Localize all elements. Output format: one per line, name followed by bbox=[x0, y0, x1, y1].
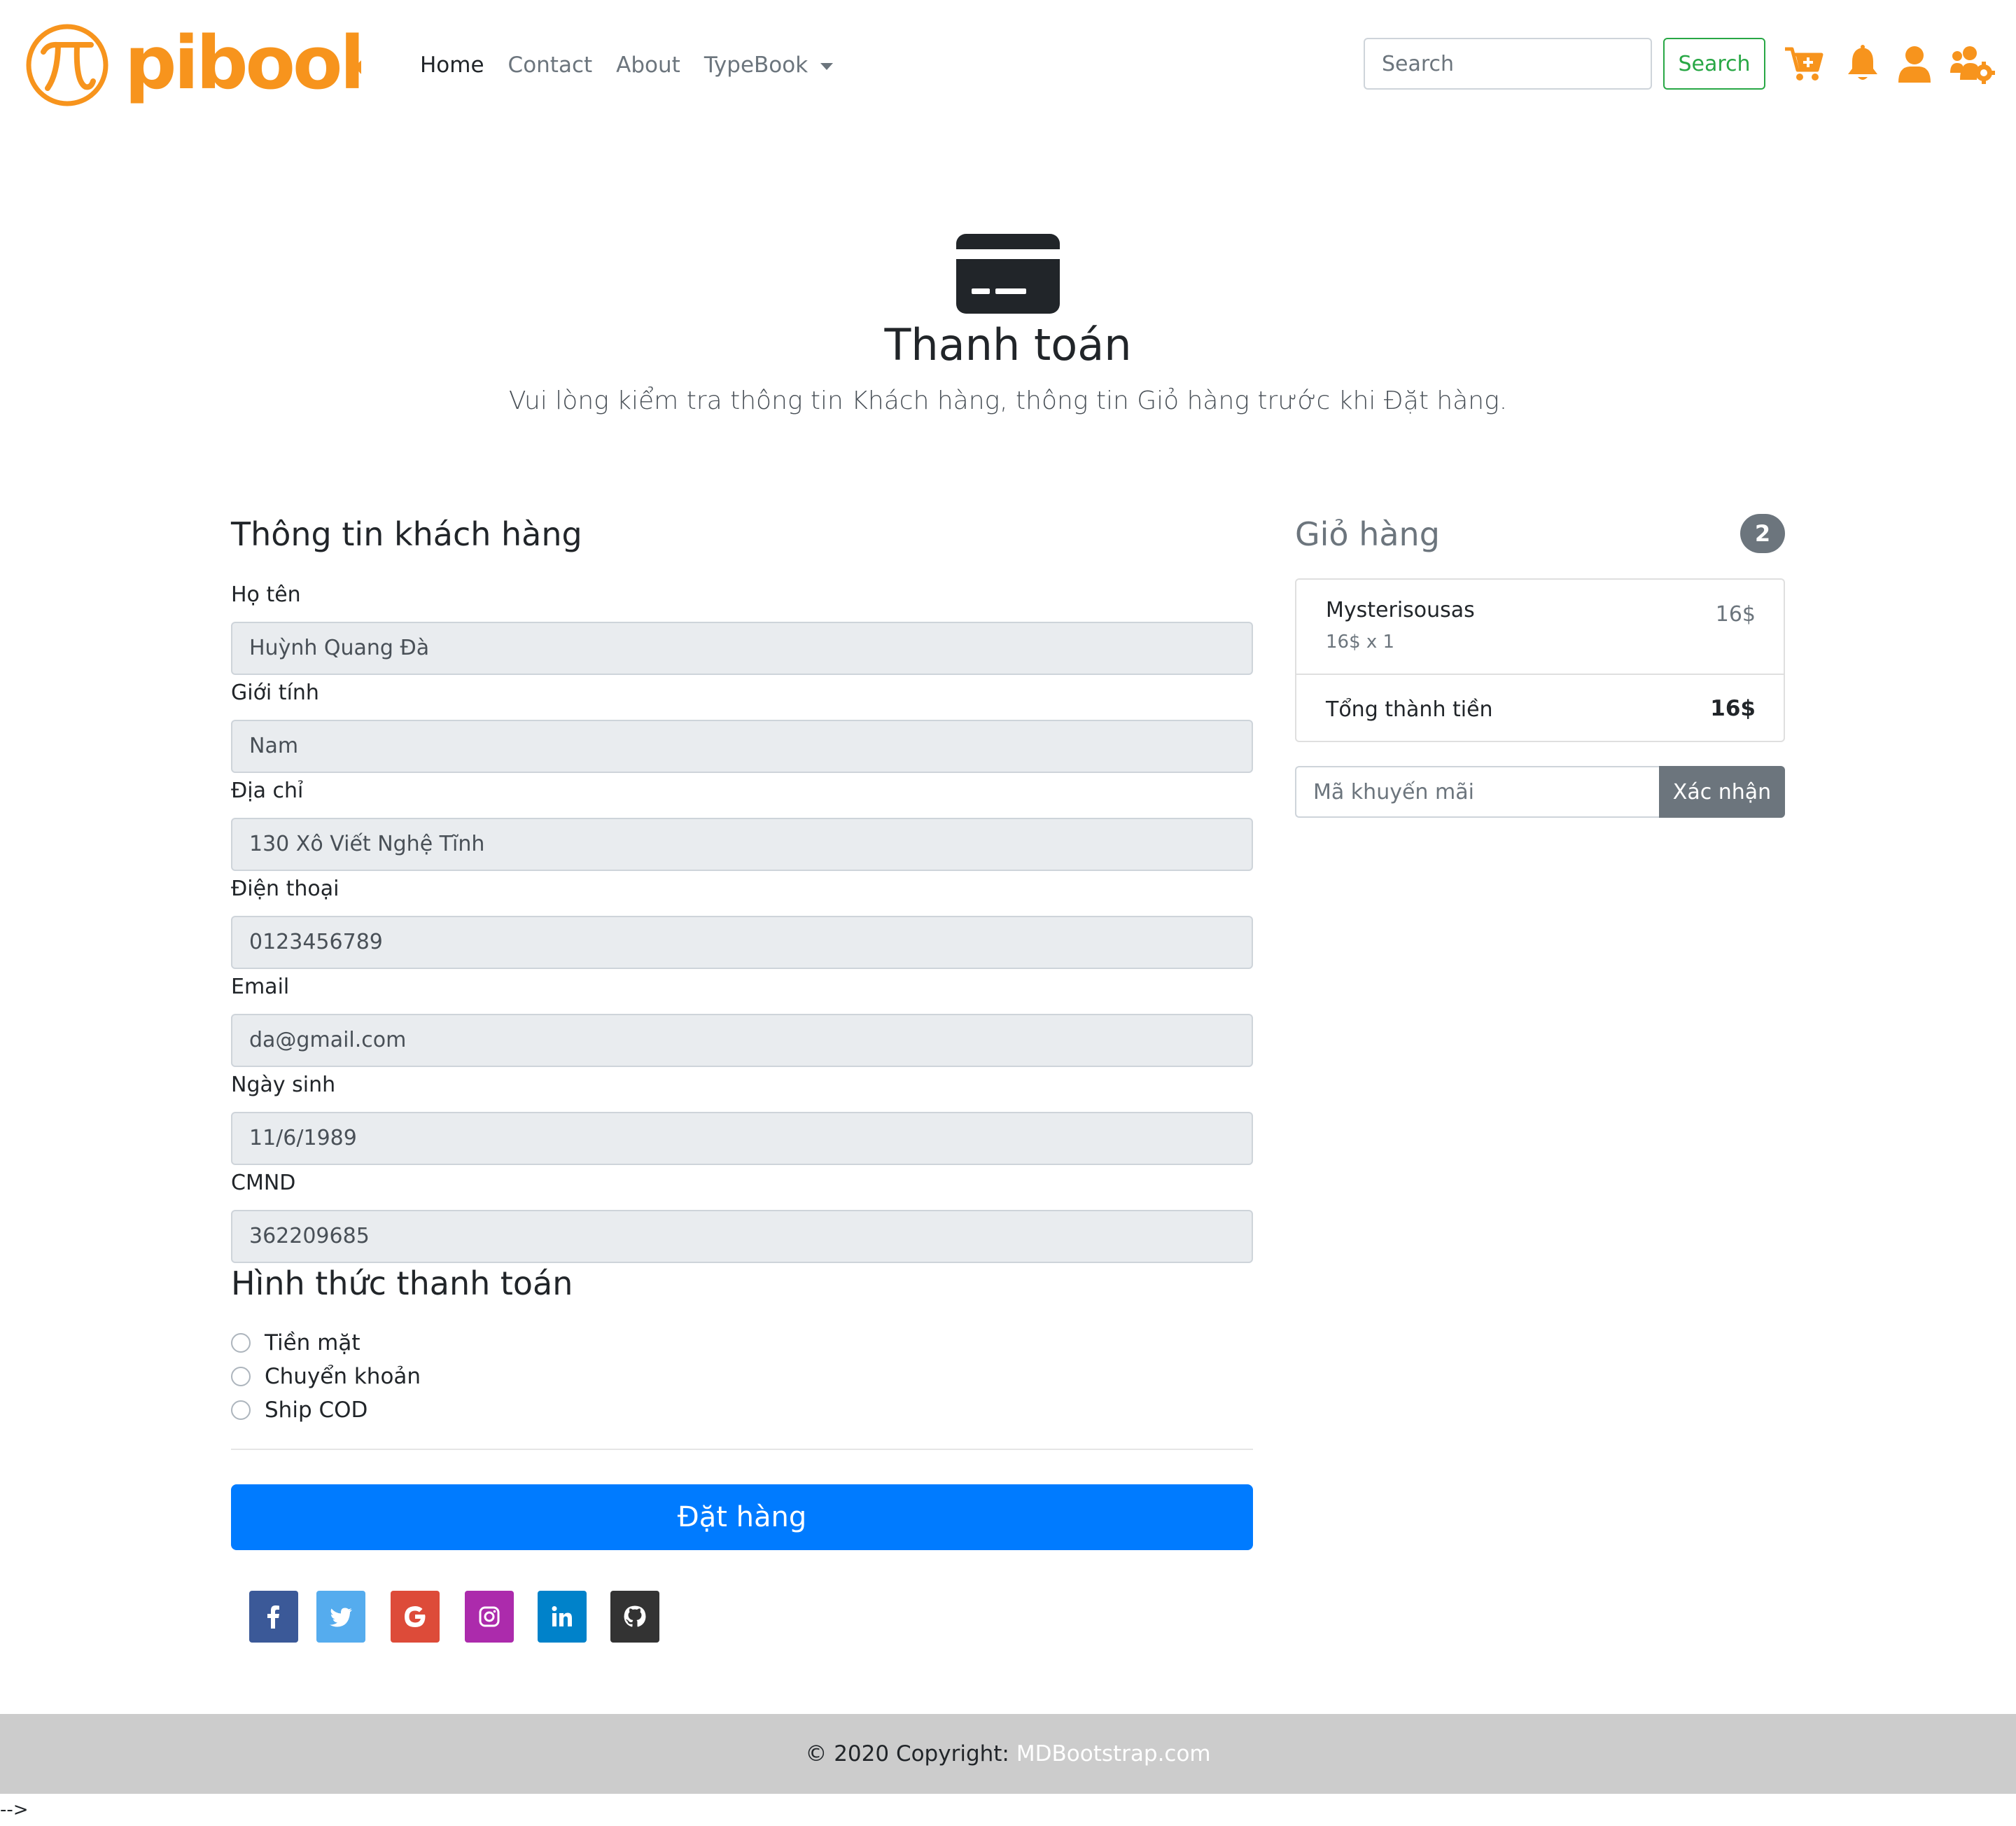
credit-card-icon bbox=[956, 234, 1060, 314]
birthday-field[interactable]: 11/6/1989 bbox=[231, 1112, 1253, 1165]
brand-name: pibook bbox=[125, 21, 361, 106]
address-label: Địa chỉ bbox=[231, 779, 304, 803]
phone-label: Điện thoại bbox=[231, 877, 340, 901]
radio-button[interactable] bbox=[231, 1333, 251, 1353]
phone-field[interactable]: 0123456789 bbox=[231, 916, 1253, 969]
email-label: Email bbox=[231, 975, 290, 999]
footer-link[interactable]: MDBootstrap.com bbox=[1016, 1741, 1211, 1766]
cart-divider bbox=[1296, 674, 1784, 675]
pibook-logo[interactable]: pibook bbox=[25, 21, 361, 109]
nav-contact[interactable]: Contact bbox=[508, 53, 593, 78]
payment-option-label: Ship COD bbox=[265, 1398, 368, 1423]
nav-links: Home Contact About TypeBook bbox=[420, 42, 834, 88]
google-button[interactable] bbox=[391, 1591, 440, 1643]
linkedin-button[interactable] bbox=[538, 1591, 587, 1643]
birthday-label: Ngày sinh bbox=[231, 1073, 336, 1097]
caret-down-icon bbox=[820, 62, 834, 70]
fullname-label: Họ tên bbox=[231, 583, 301, 607]
cart-title: Giỏ hàng bbox=[1295, 515, 1440, 553]
cart-list: Mysterisousas 16$ x 1 16$ Tổng thành tiề… bbox=[1295, 578, 1785, 742]
google-icon bbox=[405, 1606, 426, 1627]
radio-button[interactable] bbox=[231, 1400, 251, 1420]
footer: © 2020 Copyright: MDBootstrap.com bbox=[0, 1714, 2016, 1794]
twitter-icon bbox=[330, 1608, 352, 1627]
user-icon[interactable] bbox=[1894, 43, 1935, 84]
place-order-button[interactable]: Đặt hàng bbox=[231, 1484, 1253, 1550]
navbar: pibook Home Contact About TypeBook Searc… bbox=[0, 0, 2016, 130]
promo-code-input[interactable] bbox=[1295, 766, 1659, 818]
search-input[interactable] bbox=[1364, 38, 1652, 90]
fullname-field[interactable]: Huỳnh Quang Đà bbox=[231, 622, 1253, 675]
github-button[interactable] bbox=[610, 1591, 659, 1643]
nav-about[interactable]: About bbox=[616, 53, 680, 78]
facebook-button[interactable] bbox=[249, 1591, 298, 1643]
nav-home[interactable]: Home bbox=[420, 53, 484, 78]
nav-typebook-label: TypeBook bbox=[704, 53, 808, 78]
stray-text: --> bbox=[0, 1799, 29, 1820]
email-field[interactable]: da@gmail.com bbox=[231, 1014, 1253, 1067]
instagram-icon bbox=[479, 1606, 500, 1627]
payment-option-label: Tiền mặt bbox=[265, 1330, 360, 1355]
cart-item-price: 16$ bbox=[1715, 602, 1756, 627]
search-button[interactable]: Search bbox=[1663, 38, 1765, 90]
users-cog-icon[interactable] bbox=[1949, 43, 1995, 84]
id-number-field[interactable]: 362209685 bbox=[231, 1210, 1253, 1263]
payment-method-title: Hình thức thanh toán bbox=[231, 1264, 573, 1302]
customer-info-title: Thông tin khách hàng bbox=[231, 515, 582, 553]
twitter-button[interactable] bbox=[316, 1591, 365, 1643]
gender-field[interactable]: Nam bbox=[231, 720, 1253, 773]
payment-option-transfer[interactable]: Chuyển khoản bbox=[231, 1364, 421, 1389]
radio-button[interactable] bbox=[231, 1367, 251, 1386]
cart-count-badge: 2 bbox=[1740, 514, 1785, 553]
id-number-label: CMND bbox=[231, 1171, 296, 1195]
payment-option-cod[interactable]: Ship COD bbox=[231, 1398, 368, 1423]
cart-total-value: 16$ bbox=[1710, 696, 1756, 721]
payment-option-cash[interactable]: Tiền mặt bbox=[231, 1330, 360, 1355]
cart-total-label: Tổng thành tiền bbox=[1326, 697, 1493, 722]
page-lead: Vui lòng kiểm tra thông tin Khách hàng, … bbox=[508, 386, 1508, 415]
divider bbox=[231, 1449, 1253, 1450]
nav-typebook-dropdown[interactable]: TypeBook bbox=[704, 53, 834, 78]
linkedin-icon bbox=[552, 1606, 572, 1626]
github-icon bbox=[624, 1605, 646, 1627]
facebook-icon bbox=[267, 1605, 279, 1629]
cart-item-name: Mysterisousas bbox=[1326, 598, 1475, 622]
address-field[interactable]: 130 Xô Viết Nghệ Tĩnh bbox=[231, 818, 1253, 871]
payment-option-label: Chuyển khoản bbox=[265, 1364, 421, 1389]
page-title: Thanh toán bbox=[884, 319, 1132, 370]
instagram-button[interactable] bbox=[465, 1591, 514, 1643]
footer-copyright: © 2020 Copyright: bbox=[805, 1741, 1009, 1766]
gender-label: Giới tính bbox=[231, 681, 319, 705]
promo-confirm-button[interactable]: Xác nhận bbox=[1659, 766, 1785, 818]
cart-item-detail: 16$ x 1 bbox=[1326, 632, 1395, 653]
cart-plus-icon[interactable] bbox=[1784, 43, 1824, 84]
bell-icon[interactable] bbox=[1842, 43, 1883, 84]
